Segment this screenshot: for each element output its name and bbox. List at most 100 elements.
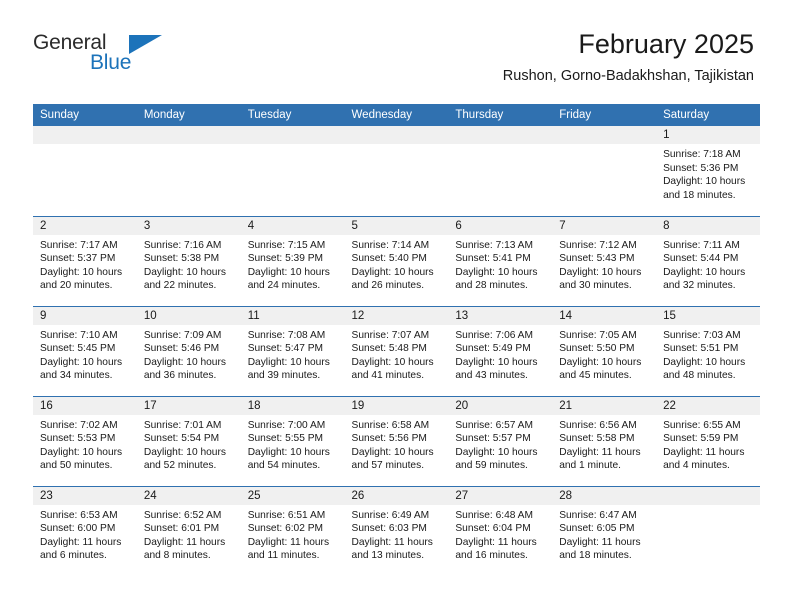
day-sun-info: Sunrise: 7:15 AM Sunset: 5:39 PM Daylight:…: [241, 235, 345, 293]
daylight-text: Daylight: 10 hours and 24 minutes.: [247, 266, 330, 292]
calendar-day-cell: 7 Sunrise: 7:12 AM Sunset: 5:43 PM Daylight…: [552, 216, 657, 307]
sunset-text: Sunset: 5:49 PM: [455, 343, 531, 355]
sunrise-text: Sunrise: 7:17 AM: [40, 239, 118, 251]
calendar-header-row: Sunday Monday Tuesday Wednesday Thursday…: [33, 104, 760, 126]
day-number: [552, 126, 657, 144]
day-number: 18: [240, 396, 345, 415]
sunset-text: Sunset: 5:54 PM: [143, 433, 220, 445]
sunrise-text: Sunrise: 7:01 AM: [143, 419, 222, 431]
sunset-text: Sunset: 5:40 PM: [351, 253, 427, 265]
sunset-text: Sunset: 5:58 PM: [559, 433, 635, 445]
sunset-text: Sunset: 5:57 PM: [455, 433, 531, 445]
day-number: 20: [448, 396, 553, 415]
day-sun-info: Sunrise: 6:48 AM Sunset: 6:04 PM Daylight:…: [448, 505, 552, 563]
sunrise-text: Sunrise: 7:18 AM: [663, 149, 741, 160]
calendar-day-cell: 20 Sunrise: 6:57 AM Sunset: 5:57 PM Dayligh…: [448, 396, 553, 487]
calendar-day-cell: 25 Sunrise: 6:51 AM Sunset: 6:02 PM Dayligh…: [240, 486, 345, 576]
logo-word-blue: Blue: [90, 51, 132, 74]
calendar-week-row: 1 Sunrise: 7:18 AM Sunset: 5:36 PM Daylight…: [33, 126, 760, 217]
title-block: February 2025 Rushon, Gorno-Badakhshan, …: [503, 28, 754, 86]
day-number: 22: [656, 396, 760, 415]
calendar-day-cell: 19 Sunrise: 6:58 AM Sunset: 5:56 PM Dayligh…: [344, 396, 449, 487]
day-sun-info: Sunrise: 7:03 AM Sunset: 5:51 PM Daylight:…: [656, 325, 760, 383]
sunrise-text: Sunrise: 6:56 AM: [559, 419, 637, 431]
daylight-text: Daylight: 10 hours and 41 minutes.: [351, 356, 434, 382]
day-number: 27: [448, 486, 553, 505]
day-sun-info: Sunrise: 7:06 AM Sunset: 5:49 PM Daylight:…: [448, 325, 552, 383]
weekday-header-monday: Monday: [136, 104, 241, 126]
day-number: [344, 126, 449, 144]
daylight-text: Daylight: 11 hours and 11 minutes.: [247, 536, 330, 562]
daylight-text: Daylight: 11 hours and 4 minutes.: [663, 446, 745, 472]
day-sun-info: Sunrise: 6:47 AM Sunset: 6:05 PM Daylight:…: [552, 505, 656, 563]
daylight-text: Daylight: 11 hours and 13 minutes.: [351, 536, 433, 562]
calendar-day-cell-empty: [448, 126, 553, 217]
daylight-text: Daylight: 10 hours and 20 minutes.: [40, 266, 123, 292]
day-sun-info: Sunrise: 7:07 AM Sunset: 5:48 PM Daylight:…: [345, 325, 449, 383]
sunset-text: Sunset: 5:59 PM: [663, 433, 739, 445]
day-sun-info: Sunrise: 7:11 AM Sunset: 5:44 PM Daylight:…: [656, 235, 760, 293]
calendar-day-cell-empty: [33, 126, 137, 217]
calendar-week-row: 2 Sunrise: 7:17 AM Sunset: 5:37 PM Daylight…: [33, 216, 760, 307]
calendar-week-row: 23 Sunrise: 6:53 AM Sunset: 6:00 PM Dayligh…: [33, 486, 760, 576]
day-number: [33, 126, 137, 144]
sunset-text: Sunset: 5:43 PM: [559, 253, 635, 265]
calendar-grid: Sunday Monday Tuesday Wednesday Thursday…: [33, 104, 760, 576]
sunset-text: Sunset: 5:39 PM: [247, 253, 324, 265]
sunset-text: Sunset: 6:03 PM: [351, 523, 427, 535]
calendar-day-cell: 12 Sunrise: 7:07 AM Sunset: 5:48 PM Dayligh…: [344, 306, 449, 397]
day-number: 28: [552, 486, 657, 505]
day-sun-info: Sunrise: 7:13 AM Sunset: 5:41 PM Daylight:…: [448, 235, 552, 293]
calendar-body: 1 Sunrise: 7:18 AM Sunset: 5:36 PM Daylight…: [33, 126, 760, 576]
calendar-table: Sunday Monday Tuesday Wednesday Thursday…: [33, 104, 760, 576]
calendar-page: General Blue February 2025 Rushon, Gorno…: [0, 0, 792, 612]
day-number: 6: [448, 216, 553, 235]
calendar-day-cell: 15 Sunrise: 7:03 AM Sunset: 5:51 PM Dayligh…: [656, 306, 760, 397]
sunset-text: Sunset: 6:01 PM: [143, 523, 220, 535]
weekday-header-saturday: Saturday: [656, 104, 760, 126]
calendar-day-cell: 27 Sunrise: 6:48 AM Sunset: 6:04 PM Dayligh…: [448, 486, 553, 576]
sunrise-text: Sunrise: 7:11 AM: [663, 239, 740, 251]
calendar-day-cell: 14 Sunrise: 7:05 AM Sunset: 5:50 PM Dayligh…: [552, 306, 657, 397]
day-sun-info: Sunrise: 6:49 AM Sunset: 6:03 PM Daylight:…: [345, 505, 449, 563]
sunset-text: Sunset: 5:41 PM: [455, 253, 531, 265]
day-sun-info: Sunrise: 7:16 AM Sunset: 5:38 PM Daylight:…: [137, 235, 241, 293]
calendar-day-cell: 6 Sunrise: 7:13 AM Sunset: 5:41 PM Daylight…: [448, 216, 553, 307]
sunrise-text: Sunrise: 6:57 AM: [455, 419, 533, 431]
daylight-text: Daylight: 10 hours and 32 minutes.: [663, 266, 746, 292]
weekday-header-sunday: Sunday: [33, 104, 137, 126]
day-number: [656, 486, 760, 505]
calendar-day-cell: 21 Sunrise: 6:56 AM Sunset: 5:58 PM Dayligh…: [552, 396, 657, 487]
sunrise-text: Sunrise: 7:13 AM: [455, 239, 533, 251]
daylight-text: Daylight: 10 hours and 34 minutes.: [40, 356, 123, 382]
sunset-text: Sunset: 5:44 PM: [663, 253, 739, 265]
calendar-day-cell: 18 Sunrise: 7:00 AM Sunset: 5:55 PM Dayligh…: [240, 396, 345, 487]
day-number: 10: [136, 306, 241, 325]
calendar-day-cell-empty: [136, 126, 241, 217]
day-number: 14: [552, 306, 657, 325]
calendar-day-cell-empty: [656, 486, 760, 576]
daylight-text: Daylight: 10 hours and 52 minutes.: [143, 446, 226, 472]
calendar-day-cell-empty: [240, 126, 345, 217]
sunset-text: Sunset: 5:48 PM: [351, 343, 427, 355]
daylight-text: Daylight: 10 hours and 54 minutes.: [247, 446, 330, 472]
sunset-text: Sunset: 5:37 PM: [40, 253, 116, 265]
sunrise-text: Sunrise: 7:05 AM: [559, 329, 637, 341]
page-header: General Blue February 2025 Rushon, Gorno…: [0, 0, 792, 84]
sunrise-text: Sunrise: 6:53 AM: [40, 509, 118, 521]
general-blue-logo[interactable]: General Blue: [33, 32, 233, 82]
logo-triangle-icon: [129, 35, 162, 54]
daylight-text: Daylight: 10 hours and 48 minutes.: [663, 356, 746, 382]
day-sun-info: Sunrise: 7:01 AM Sunset: 5:54 PM Daylight:…: [137, 415, 241, 473]
calendar-day-cell-empty: [344, 126, 449, 217]
sunrise-text: Sunrise: 6:55 AM: [663, 419, 741, 431]
weekday-header-friday: Friday: [552, 104, 657, 126]
weekday-header-wednesday: Wednesday: [344, 104, 449, 126]
calendar-day-cell: 1 Sunrise: 7:18 AM Sunset: 5:36 PM Daylight…: [656, 126, 760, 217]
day-sun-info: Sunrise: 7:05 AM Sunset: 5:50 PM Daylight:…: [552, 325, 656, 383]
sunrise-text: Sunrise: 6:52 AM: [143, 509, 222, 521]
day-number: 15: [656, 306, 760, 325]
sunrise-text: Sunrise: 6:48 AM: [455, 509, 533, 521]
sunrise-text: Sunrise: 7:16 AM: [143, 239, 222, 251]
day-sun-info: Sunrise: 7:18 AM Sunset: 5:36 PM Daylight:…: [656, 144, 760, 202]
